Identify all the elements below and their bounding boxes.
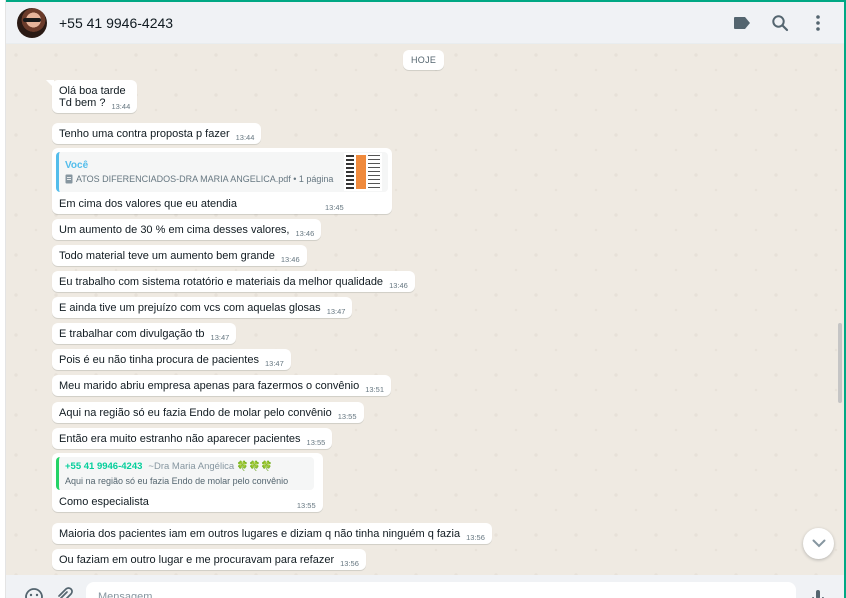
header-actions bbox=[728, 9, 832, 37]
message-bubble[interactable]: Meu marido abriu empresa apenas para faz… bbox=[52, 375, 391, 396]
message-text: Como especialista bbox=[59, 496, 149, 508]
message-time: 13:55 bbox=[306, 438, 326, 447]
compose-bar bbox=[6, 575, 844, 598]
message-text: Pois é eu não tinha procura de pacientes bbox=[59, 354, 259, 366]
message-bubble[interactable]: Então era muito estranho não aparecer pa… bbox=[52, 428, 333, 449]
attach-icon[interactable] bbox=[54, 587, 74, 598]
scrollbar-thumb[interactable] bbox=[838, 323, 842, 403]
quoted-file-name: ATOS DIFERENCIADOS-DRA MARIA ANGELICA.pd… bbox=[76, 174, 334, 184]
message-scrollbar[interactable] bbox=[837, 93, 842, 403]
message-bubble[interactable]: Maioria dos pacientes iam em outros luga… bbox=[52, 523, 492, 544]
message-time: 13:56 bbox=[466, 533, 485, 542]
message-text: E ainda tive um prejuízo com vcs com aqu… bbox=[59, 302, 321, 314]
message-bubble-with-reply[interactable]: +55 41 9946-4243 ~Dra Maria Angélica 🍀🍀🍀 … bbox=[52, 453, 323, 512]
quoted-sender-alias: ~Dra Maria Angélica 🍀🍀🍀 bbox=[148, 461, 273, 472]
message-text: Então era muito estranho não aparecer pa… bbox=[59, 433, 301, 445]
document-icon bbox=[65, 174, 73, 184]
message-time: 13:46 bbox=[295, 229, 315, 238]
message-bubble-with-document-quote[interactable]: Você ATOS DIFERENCIADOS-DRA MARIA ANGELI… bbox=[52, 148, 392, 214]
contact-name[interactable]: +55 41 9946-4243 bbox=[59, 15, 173, 31]
message-input[interactable] bbox=[86, 582, 796, 598]
message-bubble[interactable]: Pois é eu não tinha procura de pacientes… bbox=[52, 349, 291, 370]
message-text: Td bem ? bbox=[59, 97, 106, 109]
message-time: 13:46 bbox=[280, 255, 300, 264]
message-time: 13:44 bbox=[235, 133, 255, 142]
message-text: Maioria dos pacientes iam em outros luga… bbox=[59, 528, 461, 540]
quoted-document[interactable]: Você ATOS DIFERENCIADOS-DRA MARIA ANGELI… bbox=[56, 152, 388, 192]
message-bubble[interactable]: E trabalhar com divulgação tb 13:47 bbox=[52, 323, 237, 344]
message-text: E trabalhar com divulgação tb bbox=[59, 328, 205, 340]
message-text: Olá boa tarde bbox=[59, 85, 126, 97]
chat-header[interactable]: +55 41 9946-4243 bbox=[6, 2, 844, 44]
document-thumbnail bbox=[344, 153, 382, 191]
message-text: Todo material teve um aumento bem grande bbox=[59, 250, 275, 262]
contact-avatar[interactable] bbox=[17, 7, 47, 38]
message-time: 13:45 bbox=[324, 203, 344, 212]
label-icon[interactable] bbox=[728, 9, 756, 37]
message-text: Meu marido abriu empresa apenas para faz… bbox=[59, 380, 360, 392]
message-time: 13:51 bbox=[365, 385, 384, 394]
message-time: 13:44 bbox=[111, 102, 131, 111]
message-text: Tenho uma contra proposta p fazer bbox=[59, 128, 230, 140]
search-icon[interactable] bbox=[766, 9, 794, 37]
message-time: 13:47 bbox=[264, 359, 284, 368]
emoji-icon[interactable] bbox=[24, 587, 44, 598]
quoted-sender: Você bbox=[65, 160, 89, 171]
quoted-text: Aqui na região só eu fazia Endo de molar… bbox=[65, 476, 289, 486]
message-bubble[interactable]: Tenho uma contra proposta p fazer 13:44 bbox=[52, 123, 262, 144]
message-time: 13:46 bbox=[389, 281, 408, 290]
message-text: Em cima dos valores que eu atendia bbox=[59, 198, 237, 210]
message-text: Um aumento de 30 % em cima desses valore… bbox=[59, 224, 290, 236]
menu-icon[interactable] bbox=[804, 9, 832, 37]
message-text: Ou faziam em outro lugar e me procuravam… bbox=[59, 554, 335, 566]
message-bubble[interactable]: E ainda tive um prejuízo com vcs com aqu… bbox=[52, 297, 353, 318]
message-time: 13:47 bbox=[210, 333, 230, 342]
message-bubble[interactable]: Aqui na região só eu fazia Endo de molar… bbox=[52, 402, 364, 423]
message-bubble[interactable]: Todo material teve um aumento bem grande… bbox=[52, 245, 307, 266]
day-separator: HOJE bbox=[403, 50, 445, 70]
message-area[interactable]: HOJE Olá boa tarde Td bem ? 13:44 Tenho u… bbox=[6, 45, 844, 575]
message-time: 13:47 bbox=[326, 307, 346, 316]
message-text: Aqui na região só eu fazia Endo de molar… bbox=[59, 407, 332, 419]
chevron-down-icon bbox=[812, 539, 825, 548]
message-text: Eu trabalho com sistema rotatório e mate… bbox=[59, 276, 384, 288]
quoted-sender: +55 41 9946-4243 bbox=[65, 461, 143, 472]
message-time: 13:55 bbox=[337, 412, 357, 421]
message-time: 13:55 bbox=[296, 501, 316, 510]
message-bubble[interactable]: Um aumento de 30 % em cima desses valore… bbox=[52, 219, 322, 240]
message-bubble[interactable]: Eu trabalho com sistema rotatório e mate… bbox=[52, 271, 415, 292]
message-bubble[interactable]: Ou faziam em outro lugar e me procuravam… bbox=[52, 549, 366, 570]
message-bubble[interactable]: Olá boa tarde Td bem ? 13:44 bbox=[45, 80, 138, 113]
message-time: 13:56 bbox=[340, 559, 359, 568]
scroll-to-bottom-button[interactable] bbox=[803, 528, 834, 559]
microphone-icon[interactable] bbox=[808, 587, 828, 598]
quoted-message[interactable]: +55 41 9946-4243 ~Dra Maria Angélica 🍀🍀🍀 … bbox=[56, 457, 314, 490]
